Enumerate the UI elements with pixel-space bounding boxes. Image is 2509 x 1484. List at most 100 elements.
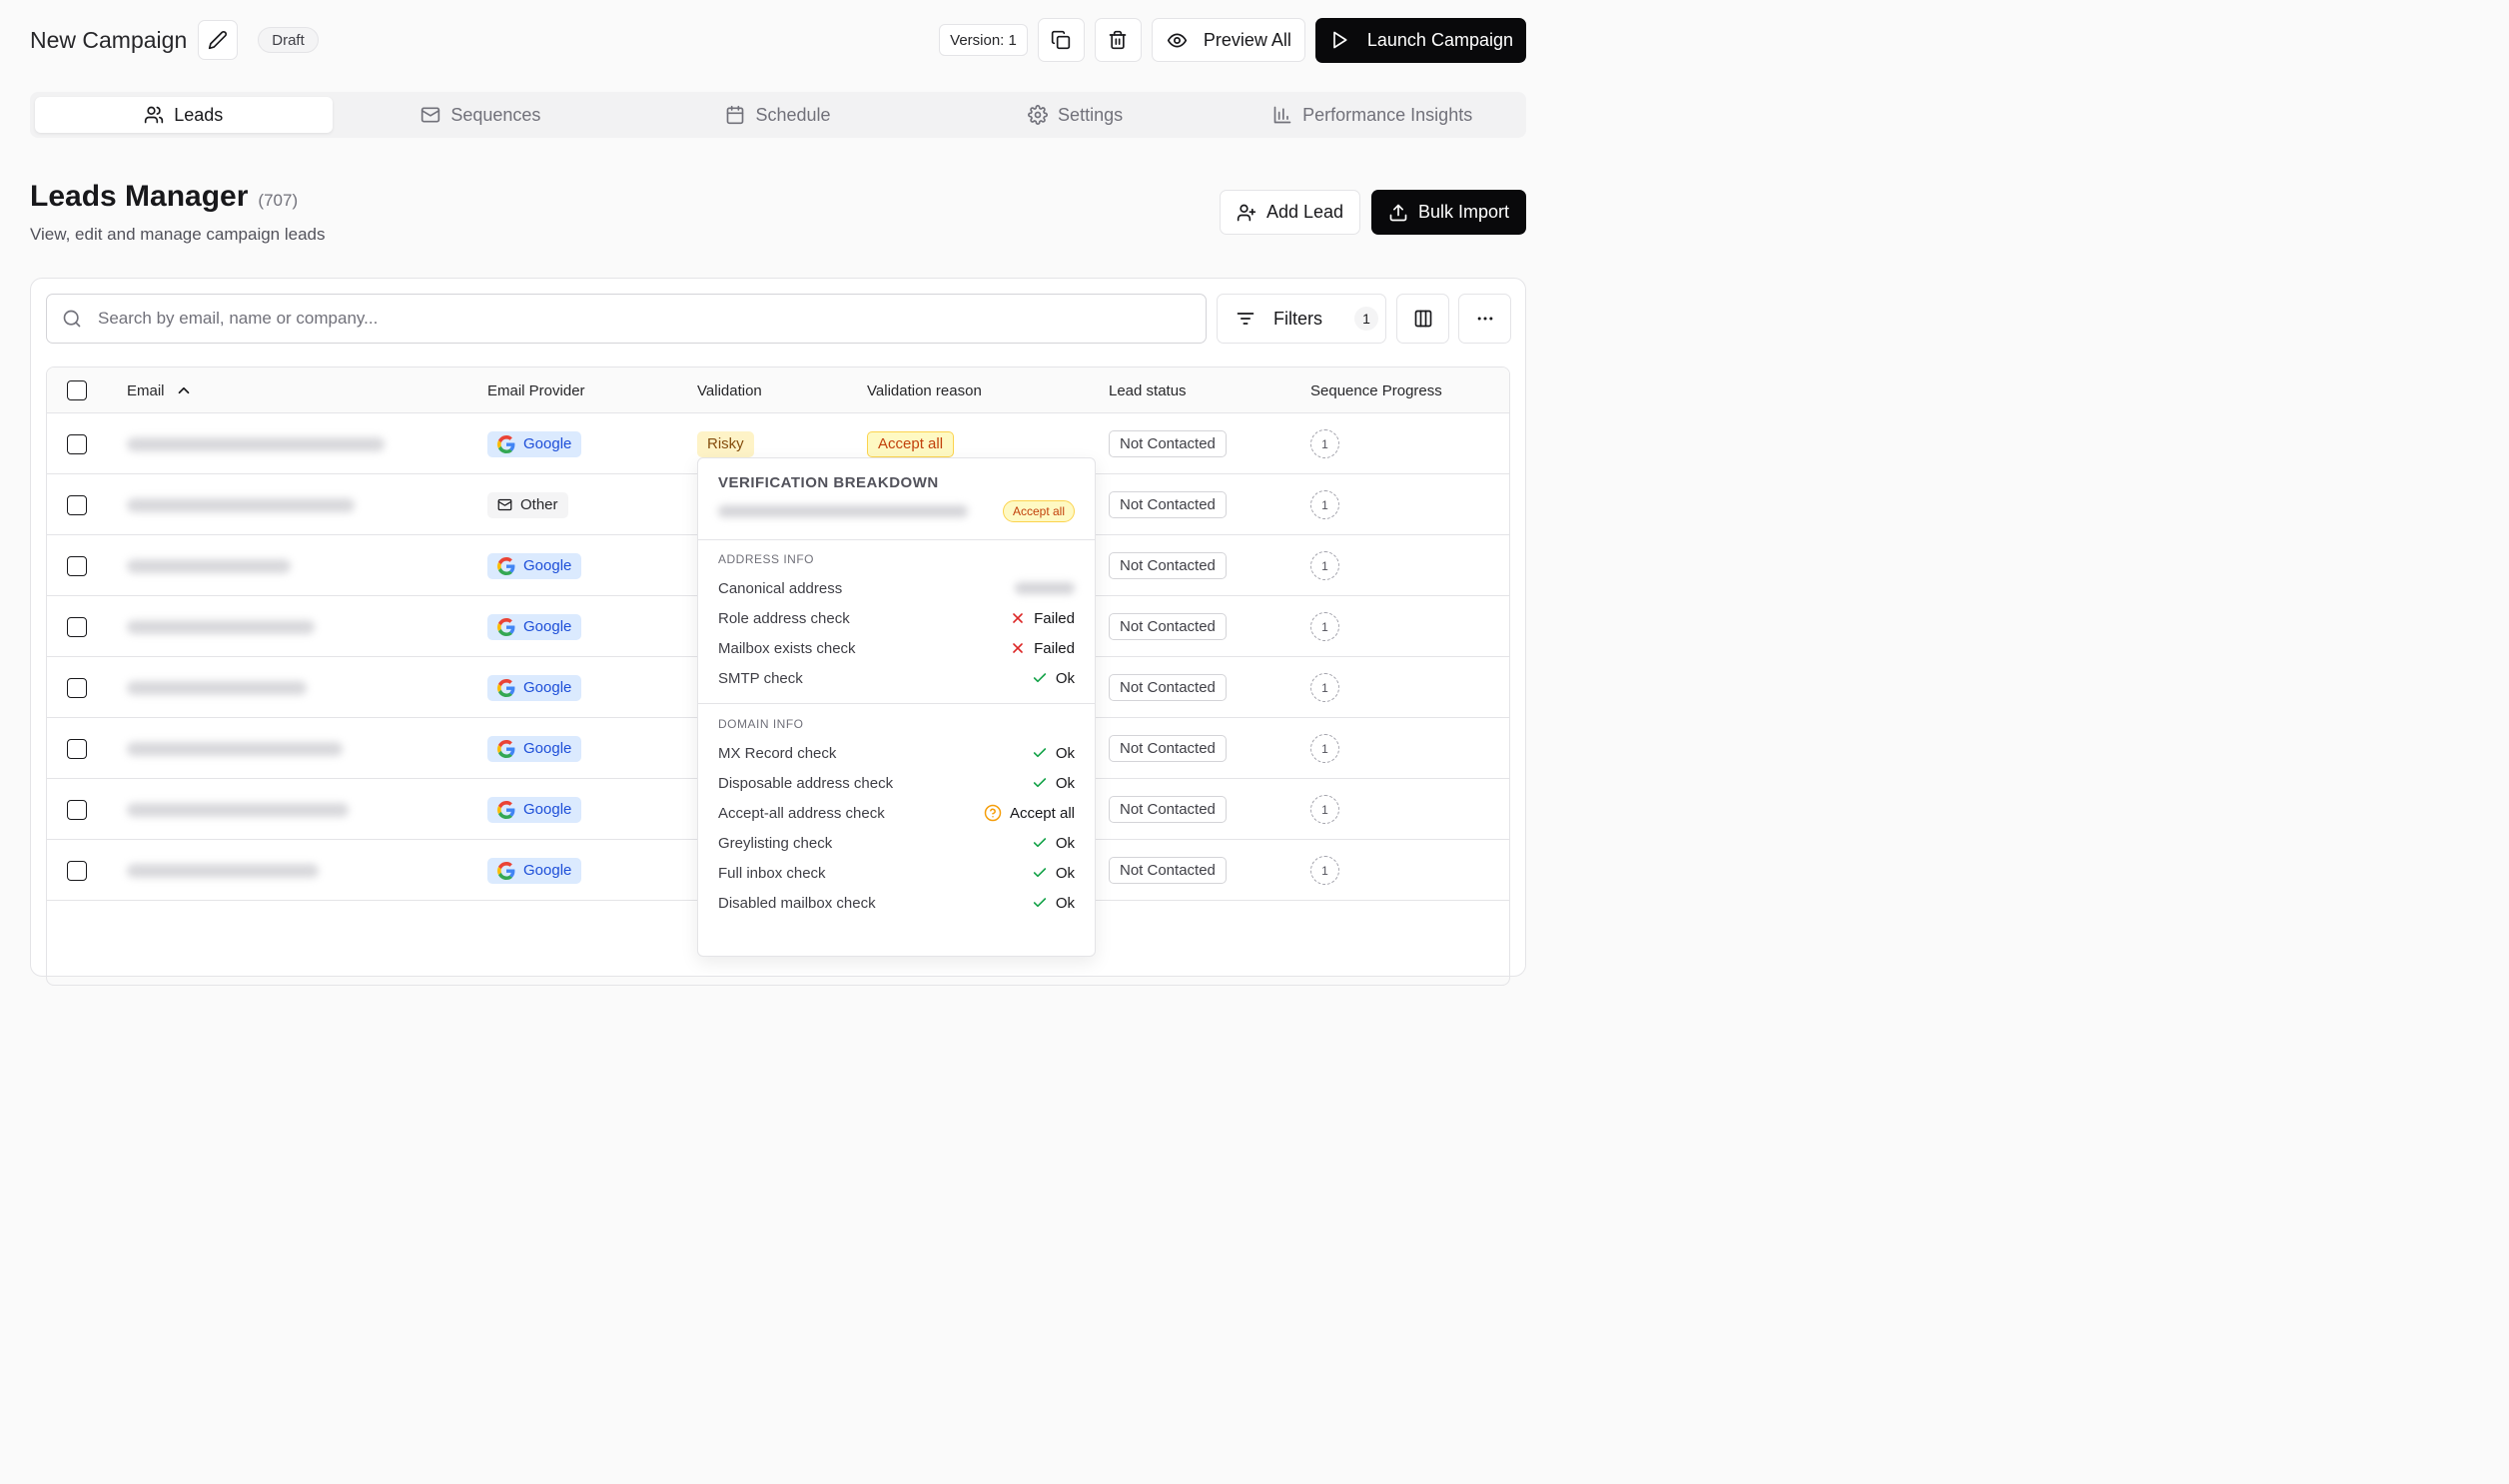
- tab-settings[interactable]: Settings: [927, 97, 1225, 133]
- check-icon: [1033, 868, 1046, 878]
- sequence-progress-badge: 1: [1310, 856, 1339, 885]
- row-checkbox[interactable]: [67, 860, 87, 881]
- email-value: [127, 863, 319, 878]
- provider-label: Other: [520, 496, 558, 513]
- select-cell: [67, 535, 87, 596]
- check-icon: [1033, 898, 1046, 908]
- column-sequence-progress[interactable]: Sequence Progress: [1310, 368, 1442, 413]
- check-label: Greylisting check: [718, 834, 833, 852]
- select-cell: [67, 840, 87, 901]
- check-result: Ok: [1055, 744, 1075, 762]
- edit-title-button[interactable]: [198, 20, 239, 60]
- row-checkbox[interactable]: [67, 799, 87, 820]
- select-all-cell: [67, 368, 87, 413]
- check-value: Ok: [1032, 745, 1075, 762]
- check-value: Accept all: [984, 804, 1075, 822]
- tab-schedule[interactable]: Schedule: [629, 97, 927, 133]
- column-email[interactable]: Email: [127, 368, 193, 413]
- page-title: Leads Manager: [30, 180, 249, 213]
- page-subtitle: View, edit and manage campaign leads: [30, 225, 326, 244]
- select-all-checkbox[interactable]: [67, 380, 87, 400]
- check-value: Ok: [1032, 865, 1075, 882]
- google-icon: [497, 800, 515, 819]
- version-selector[interactable]: Version: 1: [939, 24, 1028, 56]
- breakdown-row: MX Record check Ok: [718, 743, 1075, 763]
- verification-breakdown-popover: VERIFICATION BREAKDOWN Accept all ADDRES…: [697, 457, 1096, 957]
- check-value: Ok: [1032, 835, 1075, 852]
- launch-campaign-label: Launch Campaign: [1366, 29, 1513, 50]
- lead-status-badge: Not Contacted: [1109, 430, 1227, 457]
- tab-performance-insights[interactable]: Performance Insights: [1224, 97, 1521, 133]
- check-label: Disabled mailbox check: [718, 894, 876, 912]
- email-cell: [127, 535, 291, 596]
- select-cell: [67, 596, 87, 657]
- provider-label: Google: [523, 679, 572, 696]
- lead-status-badge: Not Contacted: [1109, 735, 1227, 762]
- columns-button[interactable]: [1396, 294, 1449, 344]
- add-lead-label: Add Lead: [1265, 202, 1344, 222]
- status-cell: Not Contacted: [1109, 657, 1227, 718]
- lead-status-badge: Not Contacted: [1109, 613, 1227, 640]
- provider-label: Google: [523, 435, 572, 452]
- preview-all-button[interactable]: Preview All: [1151, 18, 1305, 62]
- row-checkbox[interactable]: [67, 616, 87, 637]
- row-checkbox[interactable]: [67, 555, 87, 576]
- email-value: [127, 680, 307, 695]
- sequence-cell: 1: [1310, 840, 1339, 901]
- bulk-import-button[interactable]: Bulk Import: [1371, 190, 1526, 235]
- check-value: Failed: [1010, 640, 1075, 657]
- duplicate-button[interactable]: [1037, 18, 1085, 62]
- check-result: Failed: [1034, 609, 1075, 627]
- launch-campaign-button[interactable]: Launch Campaign: [1314, 17, 1526, 63]
- column-validation[interactable]: Validation: [697, 368, 762, 413]
- tab-schedule-label: Schedule: [755, 104, 831, 125]
- email-cell: [127, 596, 315, 657]
- column-validation-reason[interactable]: Validation reason: [867, 368, 982, 413]
- tab-settings-label: Settings: [1058, 104, 1124, 125]
- provider-label: Google: [523, 862, 572, 879]
- email-cell: [127, 718, 343, 779]
- filters-button[interactable]: Filters 1: [1217, 294, 1386, 344]
- columns-icon: [1414, 310, 1431, 328]
- provider-cell: Google: [487, 596, 582, 657]
- trash-icon: [1110, 30, 1127, 50]
- column-email-label: Email: [127, 381, 165, 399]
- sequence-progress-badge: 1: [1310, 429, 1339, 458]
- row-checkbox[interactable]: [67, 494, 87, 515]
- sequence-cell: 1: [1310, 596, 1339, 657]
- column-email-provider[interactable]: Email Provider: [487, 368, 585, 413]
- more-horizontal-icon: [1477, 317, 1492, 321]
- address-info-heading: ADDRESS INFO: [718, 552, 815, 566]
- validation-badge[interactable]: Risky: [697, 430, 754, 457]
- column-lead-status[interactable]: Lead status: [1109, 368, 1187, 413]
- breakdown-row: SMTP check Ok: [718, 668, 1075, 688]
- row-checkbox[interactable]: [67, 738, 87, 759]
- breakdown-title: VERIFICATION BREAKDOWN: [718, 474, 939, 491]
- select-cell: [67, 779, 87, 840]
- check-label: Full inbox check: [718, 864, 826, 882]
- validation-reason-badge[interactable]: Accept all: [867, 430, 955, 457]
- email-cell: [127, 657, 307, 718]
- google-icon: [497, 556, 515, 575]
- user-plus-icon: [1237, 204, 1256, 221]
- users-icon: [145, 106, 164, 124]
- table-header: Email Email Provider Validation Validati…: [47, 368, 1509, 413]
- provider-badge: Google: [487, 796, 582, 823]
- row-checkbox[interactable]: [67, 433, 87, 454]
- more-options-button[interactable]: [1458, 294, 1511, 344]
- breakdown-row: Full inbox check Ok: [718, 863, 1075, 883]
- filter-lines-icon: [1237, 313, 1254, 325]
- sequence-progress-badge: 1: [1310, 551, 1339, 580]
- tab-sequences[interactable]: Sequences: [333, 97, 630, 133]
- status-cell: Not Contacted: [1109, 718, 1227, 779]
- row-checkbox[interactable]: [67, 677, 87, 698]
- provider-badge: Other: [487, 491, 568, 518]
- tab-leads[interactable]: Leads: [35, 97, 333, 133]
- delete-button[interactable]: [1094, 18, 1142, 62]
- google-icon: [497, 861, 515, 880]
- status-cell: Not Contacted: [1109, 840, 1227, 901]
- search-box[interactable]: [46, 294, 1207, 344]
- divider: [698, 703, 1095, 704]
- search-input[interactable]: [98, 309, 1097, 329]
- add-lead-button[interactable]: Add Lead: [1220, 190, 1360, 235]
